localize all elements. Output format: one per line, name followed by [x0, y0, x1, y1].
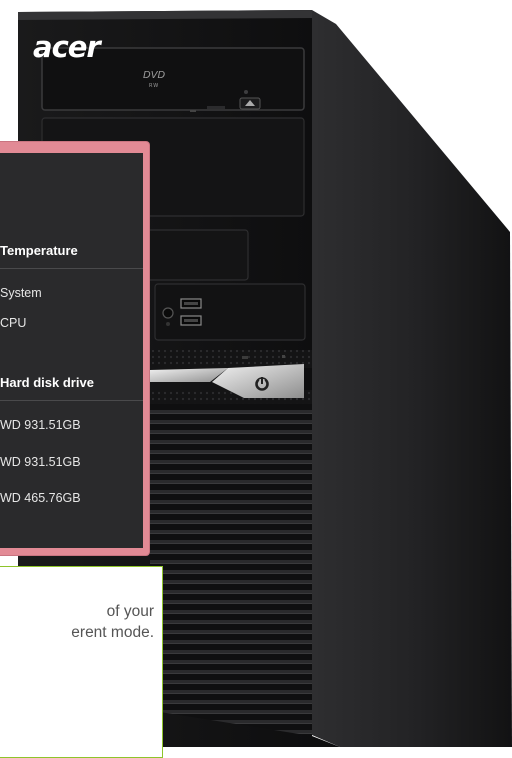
dvd-logo: DVD RW — [143, 71, 165, 91]
temperature-heading: Temperature — [0, 243, 78, 258]
temperature-row-cpu: CPU — [0, 316, 27, 330]
temperature-row-system: System — [0, 286, 42, 300]
hdd-row-1: WD 931.51GB — [0, 418, 81, 432]
front-vent-grille — [150, 404, 312, 736]
temperature-divider — [0, 268, 143, 269]
mode-tip-line-1: of your — [106, 603, 154, 620]
mode-tip-line-2: erent mode. — [71, 624, 154, 641]
tower-side-panel — [312, 10, 512, 747]
dvd-logo-text: DVD — [143, 70, 166, 81]
hdd-row-3: WD 465.76GB — [0, 491, 81, 505]
acer-logo: acer — [33, 30, 101, 64]
system-monitor-panel: Temperature System CPU Hard disk drive W… — [0, 142, 149, 555]
headphone-jack — [162, 307, 174, 319]
hdd-row-2: WD 931.51GB — [0, 455, 81, 469]
dvd-logo-sub: RW — [149, 83, 160, 89]
mode-tip-callout: of your erent mode. — [0, 566, 163, 758]
system-monitor-content: Temperature System CPU Hard disk drive W… — [0, 153, 143, 548]
mic-jack — [166, 322, 170, 326]
mode-tip-text: of your erent mode. — [0, 601, 158, 643]
power-icon — [256, 377, 268, 390]
hdd-divider — [0, 400, 143, 401]
hdd-heading: Hard disk drive — [0, 375, 94, 390]
